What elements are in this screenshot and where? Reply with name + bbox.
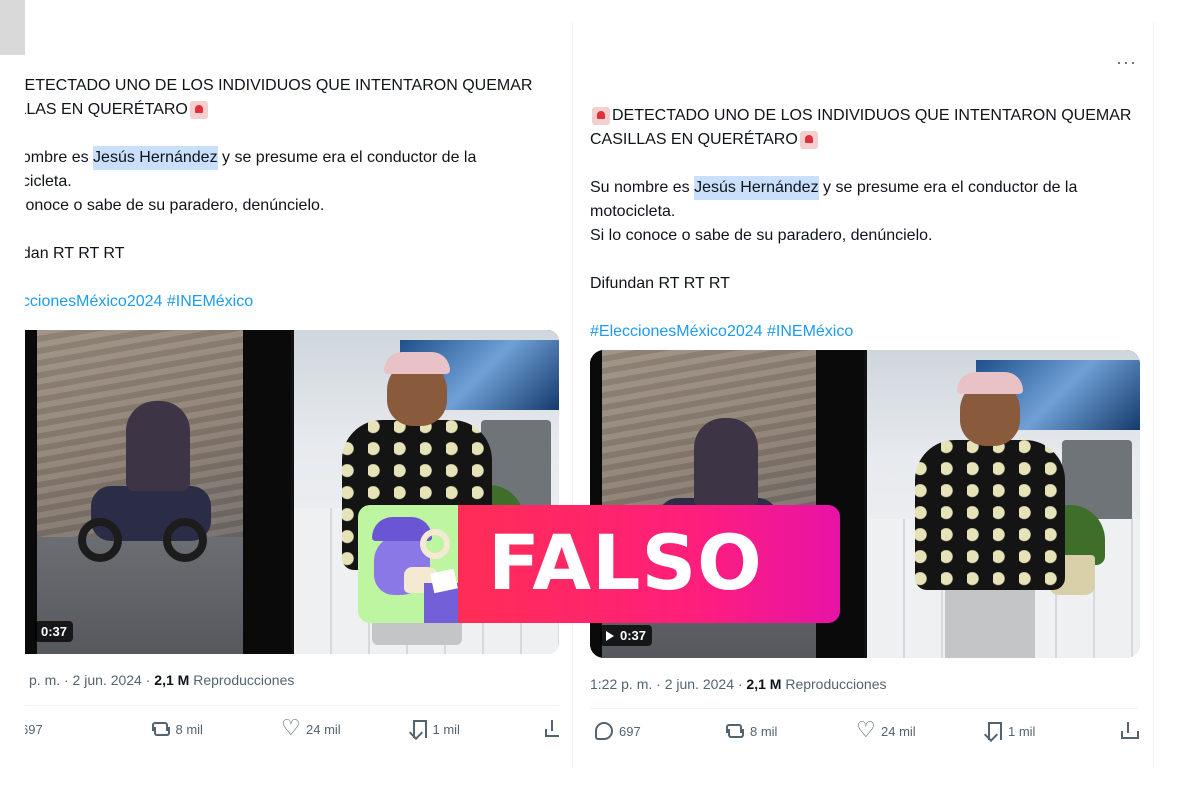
views-label: Reproducciones xyxy=(781,676,887,692)
headline-text: DETECTADO UNO DE LOS INDIVIDUOS QUE INTE… xyxy=(25,77,533,94)
body-text: Difundan RT RT RT xyxy=(590,275,730,292)
tweet-line: Difundan RT RT RT xyxy=(590,272,1131,296)
like-button[interactable]: 24 mil xyxy=(856,717,988,743)
divider xyxy=(25,705,559,706)
share-icon xyxy=(1119,722,1139,740)
tweet-line: ocicleta. xyxy=(25,170,532,194)
reply-count: 697 xyxy=(25,721,43,737)
body-text: ndan RT RT RT xyxy=(25,245,125,262)
photo-thumbnail[interactable] xyxy=(866,350,1140,658)
tweet-body: DETECTADO UNO DE LOS INDIVIDUOS QUE INTE… xyxy=(590,104,1131,344)
retweet-icon xyxy=(726,722,744,740)
body-text: conoce o sabe de su paradero, denúncielo… xyxy=(25,197,325,214)
tweet-line: DETECTADO UNO DE LOS INDIVIDUOS QUE INTE… xyxy=(25,74,532,98)
heart-icon xyxy=(281,715,301,741)
timestamp[interactable]: 1:22 p. m. · 2 jun. 2024 · xyxy=(590,676,746,692)
share-icon xyxy=(543,720,559,738)
tweet-body: DETECTADO UNO DE LOS INDIVIDUOS QUE INTE… xyxy=(25,74,532,314)
divider xyxy=(590,708,1138,709)
tweet-line: ndan RT RT RT xyxy=(25,242,532,266)
name-suffix: y se presume era el conductor de la xyxy=(217,149,477,166)
verdict-label: FALSO xyxy=(488,518,763,607)
body-text: Si lo conoce o sabe de su paradero, denú… xyxy=(590,227,933,244)
like-button[interactable]: 24 mil xyxy=(281,715,413,741)
tweet-line: Si lo conoce o sabe de su paradero, denú… xyxy=(590,224,1131,248)
name-suffix: y se presume era el conductor de la xyxy=(818,179,1078,196)
verdict-banner: FALSO xyxy=(358,505,840,623)
body-text: motocicleta. xyxy=(590,203,676,220)
video-duration: 0:37 xyxy=(35,621,74,642)
retweet-count: 8 mil xyxy=(175,721,203,737)
retweet-icon xyxy=(151,720,170,738)
reply-count: 697 xyxy=(619,723,641,739)
bookmark-icon xyxy=(988,722,1002,740)
tweet-line: ILLAS EN QUERÉTARO xyxy=(25,98,532,122)
like-count: 24 mil xyxy=(306,721,341,737)
views-label: Reproducciones xyxy=(189,672,295,688)
tweet-line: conoce o sabe de su paradero, denúncielo… xyxy=(25,194,532,218)
tweet-line: Su nombre es Jesús Hernández y se presum… xyxy=(590,176,1131,200)
siren-emoji-icon xyxy=(189,101,208,119)
headline-text: CASILLAS EN QUERÉTARO xyxy=(590,131,798,148)
tweet-line: DETECTADO UNO DE LOS INDIVIDUOS QUE INTE… xyxy=(590,104,1131,128)
bookmark-count: 1 mil xyxy=(432,721,460,737)
tweet-line: nombre es Jesús Hernández y se presume e… xyxy=(25,146,532,170)
play-icon[interactable] xyxy=(606,630,614,641)
name-prefix: Su nombre es xyxy=(590,179,695,196)
tweet-card-left: DETECTADO UNO DE LOS INDIVIDUOS QUE INTE… xyxy=(25,0,559,760)
timestamp[interactable]: p. m. · 2 jun. 2024 · xyxy=(29,672,154,688)
tweet-line: motocicleta. xyxy=(590,200,1131,224)
views-count: 2,1 M xyxy=(746,676,782,692)
views-count: 2,1 M xyxy=(154,672,190,688)
tweet-meta: p. m. · 2 jun. 2024 · 2,1 M Reproduccion… xyxy=(29,672,294,688)
heart-icon xyxy=(856,717,876,743)
reply-button[interactable]: 697 xyxy=(25,722,152,737)
share-button[interactable] xyxy=(1119,722,1139,740)
hashtags-link[interactable]: eccionesMéxico2024 #INEMéxico xyxy=(25,290,532,314)
name-prefix: nombre es xyxy=(25,149,89,166)
bookmark-icon xyxy=(412,720,427,738)
bookmark-count: 1 mil xyxy=(1008,723,1036,739)
highlighted-name: Jesús Hernández xyxy=(93,146,218,170)
retweet-count: 8 mil xyxy=(750,723,778,739)
headline-text: ILLAS EN QUERÉTARO xyxy=(25,101,188,118)
siren-emoji-icon xyxy=(799,131,818,149)
headline-text: DETECTADO UNO DE LOS INDIVIDUOS QUE INTE… xyxy=(612,107,1132,124)
like-count: 24 mil xyxy=(881,723,916,739)
retweet-button[interactable]: 8 mil xyxy=(151,720,283,738)
reply-icon xyxy=(595,722,613,740)
retweet-button[interactable]: 8 mil xyxy=(726,722,857,740)
highlighted-name: Jesús Hernández xyxy=(694,176,819,200)
hashtags-link[interactable]: #EleccionesMéxico2024 #INEMéxico xyxy=(590,320,1131,344)
share-button[interactable] xyxy=(543,720,559,738)
video-duration: 0:37 xyxy=(600,625,653,646)
siren-emoji-icon xyxy=(592,107,610,125)
action-bar: 697 8 mil 24 mil 1 mil xyxy=(25,715,559,741)
tweet-meta: 1:22 p. m. · 2 jun. 2024 · 2,1 M Reprodu… xyxy=(590,676,887,692)
reply-button[interactable]: 697 xyxy=(595,722,726,740)
bookmark-button[interactable]: 1 mil xyxy=(412,720,544,738)
bookmark-button[interactable]: 1 mil xyxy=(988,722,1119,740)
tweet-card-right: ··· DETECTADO UNO DE LOS INDIVIDUOS QUE … xyxy=(572,22,1154,767)
body-text: ocicleta. xyxy=(25,173,72,190)
tweet-line: CASILLAS EN QUERÉTARO xyxy=(590,128,1131,152)
video-thumbnail[interactable]: 0:37 xyxy=(25,330,291,654)
action-bar: 697 8 mil 24 mil 1 mil xyxy=(595,717,1139,743)
more-icon[interactable]: ··· xyxy=(1116,52,1137,73)
